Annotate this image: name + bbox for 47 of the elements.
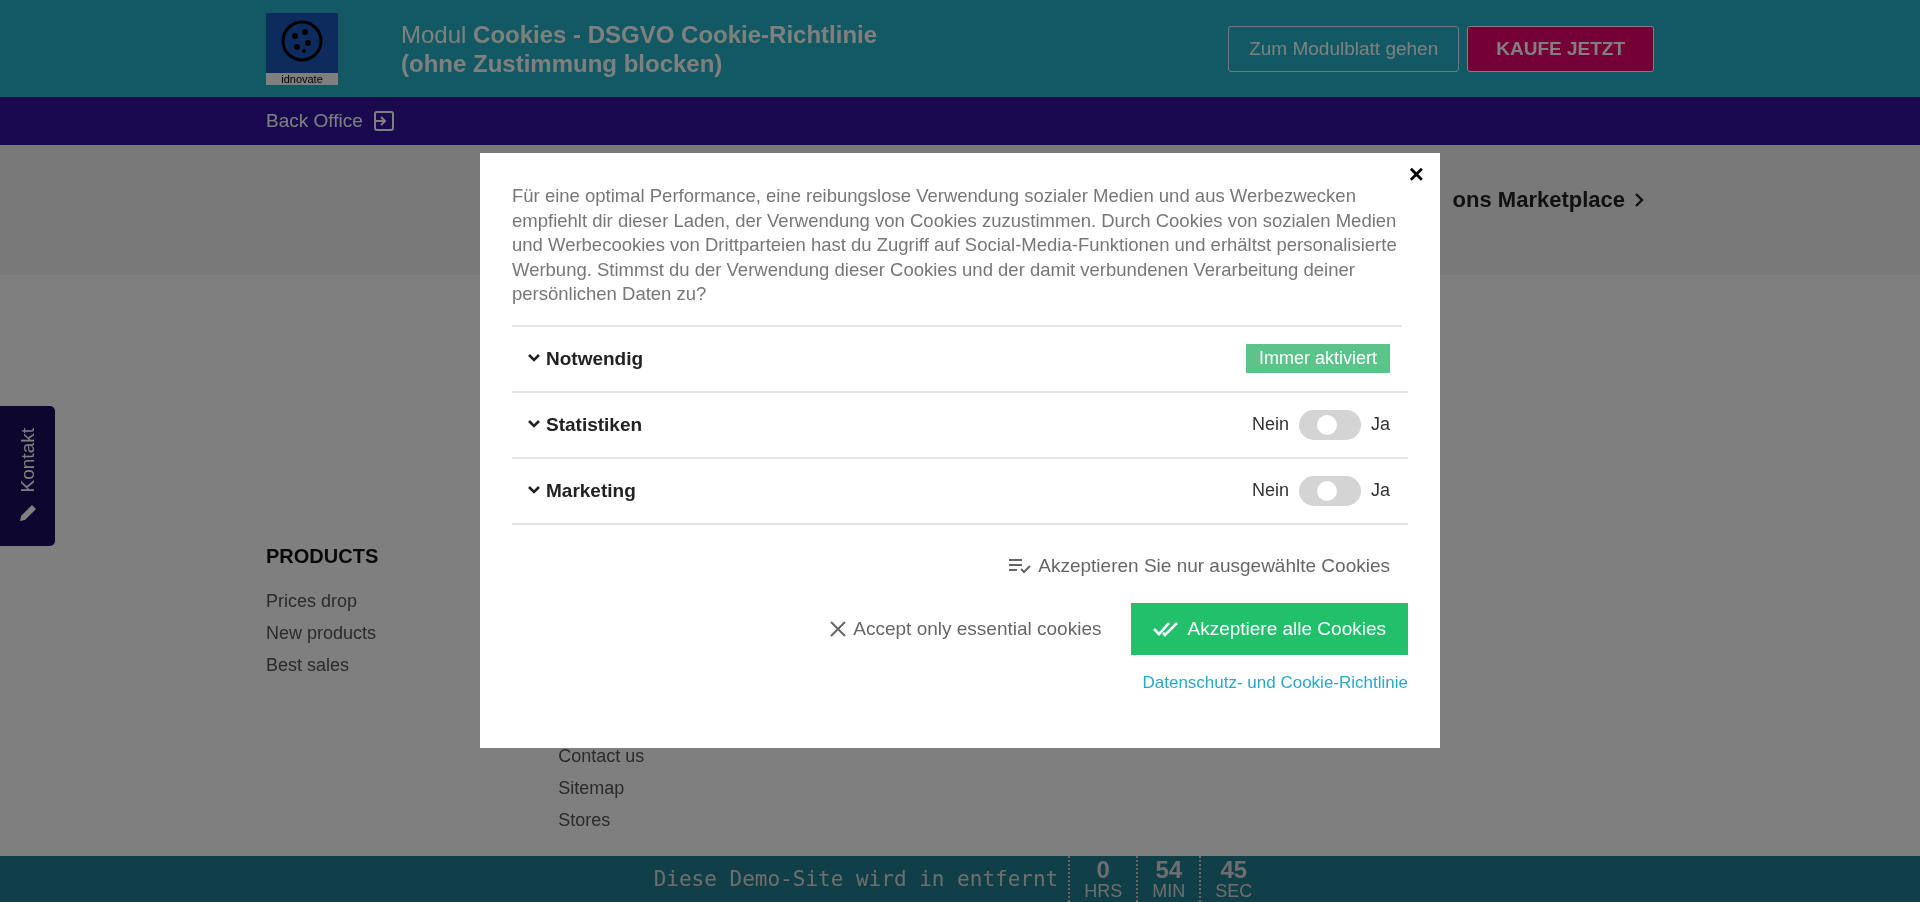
countdown-value: 54 [1155, 858, 1183, 882]
accept-selected-button[interactable]: Akzeptieren Sie nur ausgewählte Cookies [1008, 554, 1390, 577]
footer-link[interactable]: Sitemap [558, 777, 645, 799]
logo[interactable]: idnovate [266, 12, 338, 85]
footer-link[interactable]: Contact us [558, 745, 645, 767]
category-toggle[interactable]: Notwendig [528, 347, 644, 370]
consent-text: Für eine optimal Performance, eine reibungslose Verwendung sozialer Medien und aus Werbezwecken empfiehlt dir dieser Laden, der Verwendung von Cookies zuzustimmen. Durch Cookies von sozialen Medien und Werbecookies von Drittparteien hast du Zugriff auf Social-Media-Funktionen und erhältst personalisierte Werbung. Stimmst du der Verwendung dieser Cookies und der damit verbundenen Verarbeitung deiner persönlichen Daten zu? [512, 184, 1402, 327]
chevron-down-icon [528, 420, 540, 430]
checklist-icon [1008, 557, 1033, 574]
logo-text: idnovate [266, 72, 338, 85]
toggle-off-label: Nein [1251, 414, 1289, 436]
footer-link[interactable]: Prices drop [266, 590, 379, 612]
contact-tab[interactable]: Kontakt [0, 406, 55, 546]
back-office-link[interactable]: Back Office [266, 110, 395, 132]
cookie-icon [280, 18, 324, 63]
category-toggle[interactable]: Statistiken [528, 413, 643, 436]
footer-link[interactable]: Best sales [266, 654, 379, 676]
accept-essential-button[interactable]: Accept only essential cookies [829, 617, 1102, 640]
accept-all-button[interactable]: Akzeptiere alle Cookies [1131, 602, 1408, 655]
countdown-value: 45 [1220, 858, 1248, 882]
chevron-right-icon [1635, 193, 1644, 207]
privacy-policy-link[interactable]: Datenschutz- und Cookie-Richtlinie [1142, 672, 1408, 693]
close-icon [829, 619, 848, 638]
toggle-off-label: Nein [1251, 480, 1289, 502]
toggle-on-label: Ja [1371, 414, 1390, 436]
module-subtitle: (ohne Zustimmung blocken) [401, 48, 724, 78]
footer-link[interactable]: New products [266, 622, 379, 644]
chevron-down-icon [528, 354, 540, 364]
close-button[interactable]: × [1404, 159, 1428, 190]
buy-button[interactable]: KAUFE JETZT [1467, 25, 1654, 72]
countdown-unit: HRS [1084, 882, 1123, 900]
marketplace-link[interactable]: ons Marketplace [1452, 187, 1644, 213]
footer-link[interactable]: Stores [558, 809, 645, 831]
countdown-unit: SEC [1215, 882, 1253, 900]
countdown-unit: MIN [1152, 882, 1186, 900]
always-active-badge: Immer aktiviert [1246, 344, 1390, 374]
demo-notice: Diese Demo-Site wird in entfernt [653, 867, 1059, 891]
consent-switch[interactable] [1299, 475, 1361, 506]
module-title: Modul Cookies - DSGVO Cookie-Richtlinie [401, 19, 879, 49]
countdown-value: 0 [1096, 858, 1110, 882]
exit-icon [372, 110, 395, 132]
consent-switch[interactable] [1299, 409, 1361, 440]
category-toggle[interactable]: Marketing [528, 479, 636, 502]
column-heading: PRODUCTS [266, 545, 379, 568]
chevron-down-icon [528, 486, 540, 496]
double-check-icon [1153, 620, 1180, 637]
toggle-on-label: Ja [1371, 480, 1390, 502]
